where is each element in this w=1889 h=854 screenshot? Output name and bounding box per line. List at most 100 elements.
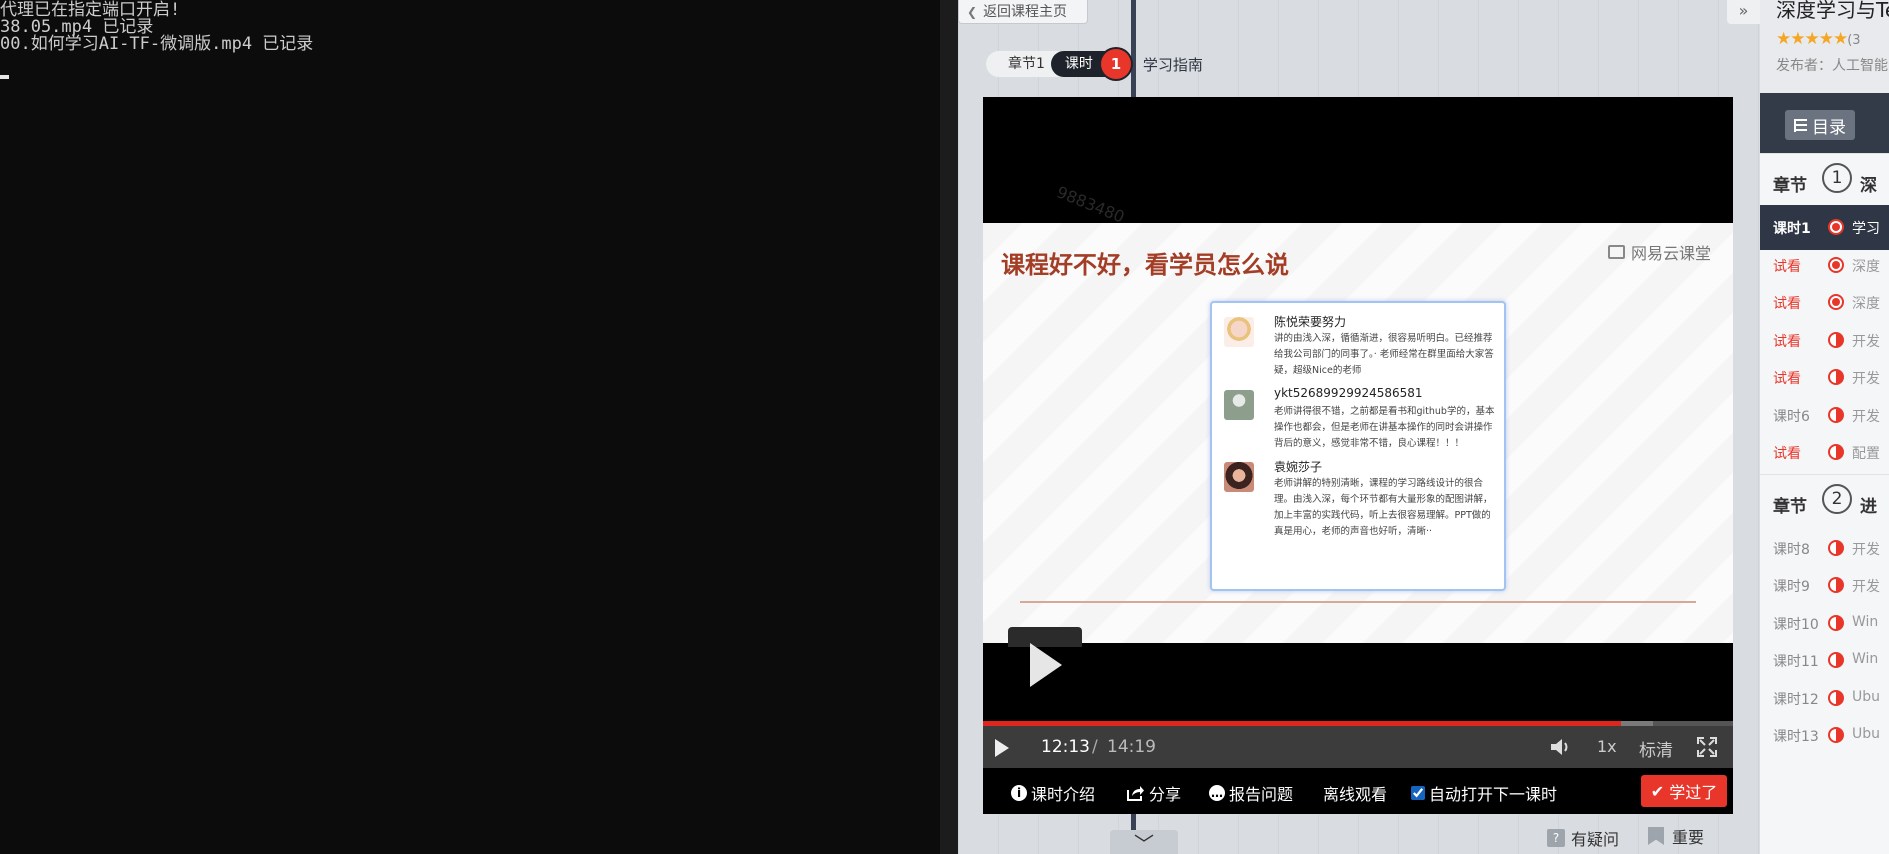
list-icon [1794, 118, 1807, 132]
progress-dot-icon [1828, 727, 1844, 743]
terminal-line: 00.如何学习AI-TF-微调版.mp4 已记录 [0, 34, 314, 54]
rating-count: (3 [1847, 33, 1861, 48]
course-publisher: 发布者：人工智能 [1776, 58, 1888, 74]
lesson-intro-button[interactable]: i 课时介绍 [1011, 781, 1095, 805]
breadcrumb-chapter[interactable]: 章节1 [986, 51, 1059, 77]
current-time: 12:13 [1041, 737, 1090, 757]
mark-learned-label: 学过了 [1669, 783, 1718, 802]
speed-button[interactable]: 1x [1597, 737, 1617, 756]
lesson-label: 试看 [1773, 371, 1801, 387]
progress-dot-icon [1828, 369, 1844, 385]
terminal-cursor [0, 75, 9, 79]
duration: 14:19 [1107, 737, 1156, 757]
course-sidebar: 深度学习与Te ★★★★★(3 发布者：人工智能 目录 章节 1 深课时1 学习 试看深… [1760, 0, 1889, 854]
quality-button[interactable]: 标清 [1639, 736, 1673, 761]
time-separator: / [1092, 737, 1098, 757]
big-play-icon[interactable] [1030, 643, 1062, 687]
review-author: 袁婉莎子 [1274, 460, 1323, 474]
review-text: 老师讲得很不错，之前都是看书和github学的，基本操作也都会，但是老师在讲基本… [1274, 406, 1495, 449]
mark-learned-button[interactable]: ✔ 学过了 [1641, 775, 1727, 807]
course-page: ❮ 返回课程主页 » 章节1 课时 1 学习指南 课程好不好，看学员怎么说 网易… [958, 0, 1760, 854]
lesson-label: 课时11 [1773, 654, 1819, 670]
bookmark-icon [1648, 827, 1664, 845]
lesson-label: 试看 [1773, 296, 1801, 312]
back-to-course-button[interactable]: ❮ 返回课程主页 [958, 0, 1088, 24]
video-player[interactable]: 课程好不好，看学员怎么说 网易云课堂 陈悦荣要努力 讲的由浅入深，循循渐进，很容… [983, 97, 1733, 814]
question-button[interactable]: ? 有疑问 [1547, 826, 1619, 850]
lesson-label: 课时12 [1773, 691, 1819, 708]
lesson-label: 试看 [1773, 333, 1801, 350]
chapter-number: 1 [1822, 163, 1852, 193]
review-author: 陈悦荣要努力 [1274, 315, 1347, 329]
offline-watch-button[interactable]: 离线观看 [1323, 781, 1387, 805]
lesson-title: 学习 [1852, 221, 1880, 237]
bookmark-label: 重要 [1672, 828, 1705, 847]
lesson-title: Win [1852, 613, 1879, 630]
review-text: 讲的由浅入深，循循渐进，很容易听明白。已经推荐给我公司部门的同事了。· 老师经常… [1274, 333, 1494, 376]
lesson-label: 试看 [1773, 446, 1801, 462]
lesson-item[interactable]: 试看 配置 [1760, 430, 1889, 475]
progress-dot-icon [1828, 331, 1844, 348]
question-label: 有疑问 [1571, 830, 1620, 849]
progress-dot-icon [1828, 406, 1844, 423]
share-icon [1127, 786, 1144, 801]
lesson-title: 配置 [1852, 446, 1880, 462]
check-icon: ✔ [1650, 781, 1665, 801]
expand-down-button[interactable]: ﹀ [1110, 830, 1178, 854]
lesson-label: 课时8 [1773, 541, 1810, 558]
slide-title: 课程好不好，看学员怎么说 [1001, 251, 1289, 279]
chevron-left-icon: ❮ [967, 4, 978, 19]
lesson-title: Win [1852, 651, 1879, 667]
review-text: 老师讲解的特别清晰，课程的学习路线设计的很合理。由浅入深，每个环节都有大量形象的… [1274, 478, 1493, 537]
toc-button[interactable]: 目录 [1785, 110, 1855, 140]
autoplay-next-toggle[interactable]: 自动打开下一课时 [1411, 781, 1557, 805]
lesson-title: 学习指南 [1142, 55, 1203, 74]
lesson-label: 课时6 [1773, 408, 1810, 425]
progress-dot-icon [1828, 689, 1844, 706]
report-issue-label: 报告问题 [1229, 785, 1294, 804]
brand-logo-icon [1607, 245, 1625, 259]
chapter-number: 2 [1822, 483, 1852, 514]
bookmark-important-button[interactable]: 重要 [1648, 824, 1704, 848]
lesson-number-badge: 1 [1100, 49, 1131, 79]
question-icon: ? [1547, 829, 1565, 847]
lesson-title: 开发 [1852, 408, 1880, 425]
lesson-intro-label: 课时介绍 [1031, 785, 1096, 804]
report-issue-button[interactable]: … 报告问题 [1209, 781, 1293, 805]
chapter-title: 深 [1860, 176, 1877, 196]
review-card: 陈悦荣要努力 讲的由浅入深，循循渐进，很容易听明白。已经推荐给我公司部门的同事了… [1210, 301, 1506, 591]
progress-dot-icon [1828, 652, 1844, 668]
course-title: 深度学习与Te [1776, 0, 1889, 22]
chapter-label: 章节 [1773, 496, 1807, 517]
lesson-title: 开发 [1852, 579, 1880, 595]
progress-dot-icon [1828, 539, 1844, 556]
share-button[interactable]: 分享 [1127, 781, 1181, 805]
play-icon[interactable] [995, 739, 1009, 757]
chapter-label: 章节 [1773, 176, 1807, 196]
breadcrumb: 章节1 课时 1 学习指南 [986, 49, 1203, 79]
collapse-sidebar-button[interactable]: » [1727, 0, 1760, 24]
avatar [1224, 462, 1254, 492]
fullscreen-icon[interactable] [1697, 737, 1717, 757]
lesson-title: Ubu [1852, 688, 1881, 705]
lesson-label: 课时9 [1773, 579, 1810, 595]
player-controls: 12:13 / 14:19 1x 标清 [983, 726, 1733, 768]
slide-brand: 网易云课堂 [1607, 240, 1711, 264]
progress-dot-icon [1828, 577, 1844, 593]
lesson-title: 开发 [1852, 371, 1880, 387]
lesson-title: 开发 [1852, 541, 1880, 558]
terminal-scrollbar[interactable] [940, 0, 958, 854]
brand-name: 网易云课堂 [1630, 244, 1711, 263]
autoplay-checkbox[interactable] [1411, 786, 1425, 800]
video-watermark: 9883480 [1054, 182, 1128, 227]
avatar [1224, 317, 1254, 347]
progress-dot-icon [1828, 614, 1844, 631]
lesson-title: 开发 [1852, 333, 1880, 350]
chapter-header[interactable]: 章节 2 进 [1760, 473, 1889, 526]
chapter-header[interactable]: 章节 1 深 [1760, 153, 1889, 205]
back-label: 返回课程主页 [983, 3, 1068, 20]
lesson-item[interactable]: 课时13 Ubu [1760, 713, 1889, 758]
terminal-window[interactable]: 代理已在指定端口开启! 38.05.mp4 已记录 00.如何学习AI-TF-微… [0, 0, 940, 854]
volume-icon[interactable] [1549, 737, 1573, 757]
progress-dot-icon [1828, 444, 1844, 460]
